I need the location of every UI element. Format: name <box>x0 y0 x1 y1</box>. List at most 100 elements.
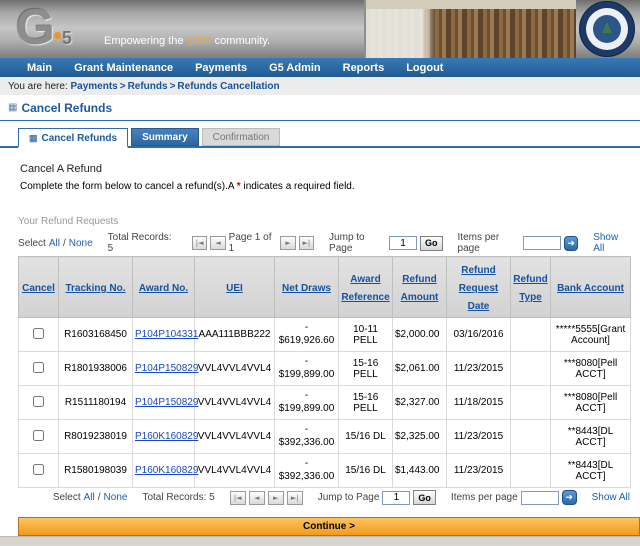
next-page-button[interactable]: ► <box>280 236 296 250</box>
nav-item-g5-admin[interactable]: G5 Admin <box>258 62 332 74</box>
jump-to-page-label: Jump to Page <box>317 492 380 503</box>
column-header-award-no[interactable]: Award No. <box>139 283 188 294</box>
tracking-no-cell: R1603168450 <box>58 317 133 352</box>
award-no-link[interactable]: P160K160829 <box>135 431 198 442</box>
award-no-link[interactable]: P160K160829 <box>135 465 198 476</box>
next-page-button[interactable]: ► <box>267 490 284 505</box>
column-header-refund-request-date[interactable]: Refund Request Date <box>459 265 498 312</box>
nav-item-reports[interactable]: Reports <box>332 62 396 74</box>
items-per-page-go-icon[interactable]: ➜ <box>564 235 579 251</box>
column-header-cancel[interactable]: Cancel <box>22 283 55 294</box>
tagline-highlight: grant <box>186 35 212 47</box>
column-header-refund-type[interactable]: Refund Type <box>513 274 547 303</box>
net-draws-cell: - $199,899.00 <box>274 351 339 386</box>
breadcrumb-separator: > <box>169 81 176 92</box>
items-per-page-input[interactable] <box>523 236 562 250</box>
refund-request-date-cell: 11/23/2015 <box>446 419 511 454</box>
last-page-button[interactable]: ►| <box>298 236 315 250</box>
nav-item-main[interactable]: Main <box>16 62 63 74</box>
refund-amount-cell: $1,443.00 <box>392 453 447 488</box>
prev-page-button[interactable]: ◄ <box>248 490 265 505</box>
net-draws-cell: - $392,336.00 <box>274 419 339 454</box>
uei-cell: AAA111BBB222 <box>194 317 275 352</box>
select-none-link[interactable]: None <box>69 238 93 249</box>
items-per-page-input[interactable] <box>520 490 559 505</box>
cancel-checkbox[interactable] <box>33 429 44 441</box>
tab-label: Cancel Refunds <box>41 132 118 144</box>
uei-cell: VVL4VVL4VVL4 <box>194 351 275 386</box>
cancel-checkbox[interactable] <box>33 395 44 407</box>
refund-type-cell <box>510 453 551 488</box>
column-header-net-draws[interactable]: Net Draws <box>282 283 331 294</box>
cancel-checkbox[interactable] <box>33 327 44 339</box>
last-page-button[interactable]: ►| <box>286 490 303 505</box>
breadcrumb-link-payments[interactable]: Payments <box>70 81 117 92</box>
jump-to-page-input[interactable] <box>382 490 411 505</box>
table-row: R1603168450 P104P104331 AAA111BBB222 - $… <box>18 317 631 352</box>
tab-summary[interactable]: Summary <box>131 128 199 146</box>
select-all-link[interactable]: All <box>49 238 60 249</box>
select-all-link[interactable]: All <box>84 492 95 503</box>
award-reference-cell: 10-11 PELL <box>338 317 393 352</box>
prev-page-button[interactable]: ◄ <box>210 236 226 250</box>
show-all-link[interactable]: Show All <box>593 232 630 254</box>
first-page-button[interactable]: |◄ <box>192 236 208 250</box>
refund-request-date-cell: 11/18/2015 <box>446 385 511 420</box>
bank-account-cell: **8443[DL ACCT] <box>550 453 631 488</box>
logo-orange-dot-icon <box>53 32 61 39</box>
award-no-link[interactable]: P104P150829 <box>135 363 198 374</box>
award-reference-cell: 15/16 DL <box>338 453 393 488</box>
refund-type-cell <box>510 419 551 454</box>
items-per-page-label: Items per page <box>450 492 518 503</box>
column-header-bank-account[interactable]: Bank Account <box>557 283 624 294</box>
department-of-education-seal-icon <box>579 1 635 57</box>
cancel-checkbox[interactable] <box>33 361 44 373</box>
award-reference-cell: 15-16 PELL <box>338 351 393 386</box>
nav-item-grant-maintenance[interactable]: Grant Maintenance <box>63 62 184 74</box>
column-header-uei[interactable]: UEI <box>226 283 243 294</box>
tracking-no-cell: R8019238019 <box>58 419 133 454</box>
title-divider <box>0 120 640 121</box>
refund-amount-cell: $2,061.00 <box>392 351 447 386</box>
tab-label: Summary <box>142 132 188 143</box>
table-row: R1511180194 P104P150829 VVL4VVL4VVL4 - $… <box>18 385 631 420</box>
select-label: Select <box>18 237 46 249</box>
column-header-refund-amount[interactable]: Refund Amount <box>401 274 439 303</box>
show-all-link[interactable]: Show All <box>592 492 630 503</box>
award-no-link[interactable]: P104P150829 <box>135 397 198 408</box>
items-per-page-go-icon[interactable]: ➜ <box>561 490 577 505</box>
nav-item-payments[interactable]: Payments <box>184 62 258 74</box>
seal-center <box>593 15 621 43</box>
first-page-button[interactable]: |◄ <box>229 490 246 505</box>
tagline: Empowering the grant community. <box>104 35 271 47</box>
breadcrumb-link-refunds-cancellation[interactable]: Refunds Cancellation <box>177 81 279 92</box>
instruction-text: Complete the form below to cancel a refu… <box>20 181 355 192</box>
tracking-no-cell: R1801938006 <box>58 351 133 386</box>
select-none-link[interactable]: None <box>104 492 128 503</box>
select-separator: / <box>97 492 101 503</box>
net-draws-cell: - $392,336.00 <box>274 453 339 488</box>
seal-ring <box>586 8 628 50</box>
continue-button[interactable]: Continue > <box>18 517 640 536</box>
total-records: Total Records: 5 <box>142 492 215 503</box>
cancel-checkbox[interactable] <box>33 463 44 475</box>
award-no-link[interactable]: P104P104331 <box>135 329 198 340</box>
tracking-no-cell: R1580198039 <box>58 453 133 488</box>
refund-amount-cell: $2,327.00 <box>392 385 447 420</box>
bank-account-cell: ***8080[Pell ACCT] <box>550 385 631 420</box>
nav-item-logout[interactable]: Logout <box>395 62 454 74</box>
refund-request-date-cell: 03/16/2016 <box>446 317 511 352</box>
jump-to-page-label: Jump to Page <box>329 232 365 254</box>
refund-requests-heading: Your Refund Requests <box>18 216 119 227</box>
go-button[interactable]: Go <box>413 490 436 505</box>
tab-cancel-refunds[interactable]: ▦ Cancel Refunds <box>18 128 129 148</box>
column-header-tracking-no[interactable]: Tracking No. <box>65 283 125 294</box>
refund-requests-table: Cancel Tracking No. Award No. UEI Net Dr… <box>18 256 631 488</box>
breadcrumb-link-refunds[interactable]: Refunds <box>128 81 168 92</box>
jump-to-page-input[interactable] <box>389 236 418 250</box>
breadcrumb-prefix: You are here: <box>8 81 68 92</box>
column-header-award-reference[interactable]: Award Reference <box>341 274 389 303</box>
table-row: R8019238019 P160K160829 VVL4VVL4VVL4 - $… <box>18 419 631 454</box>
total-records: Total Records: 5 <box>107 232 172 254</box>
go-button[interactable]: Go <box>420 235 443 251</box>
